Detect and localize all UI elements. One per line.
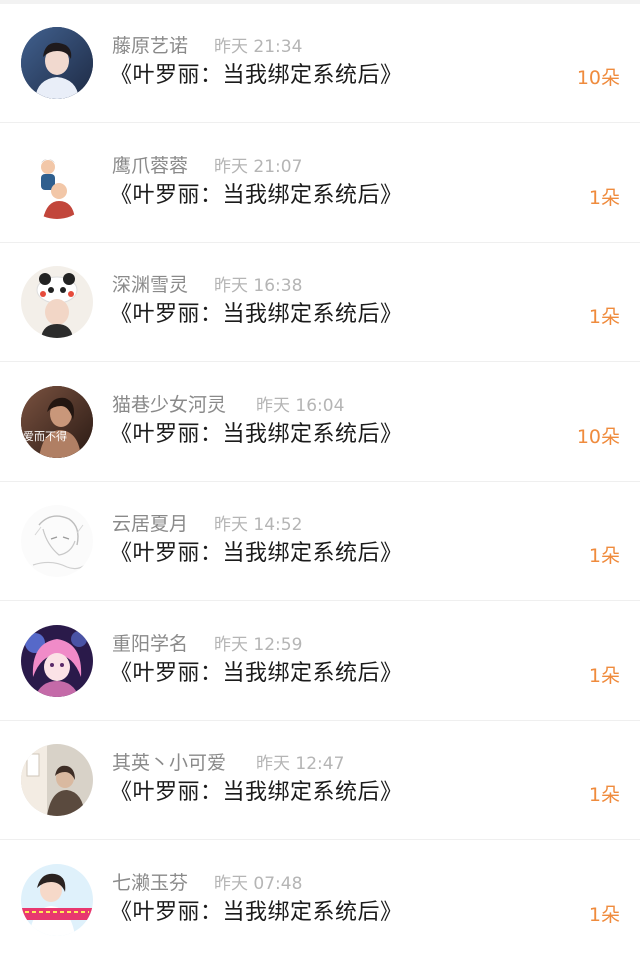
user-name[interactable]: 重阳学名: [112, 631, 188, 657]
timestamp: 昨天 21:07: [214, 157, 303, 177]
avatar-sketch-icon[interactable]: [21, 505, 93, 577]
timestamp: 昨天 21:34: [214, 37, 303, 57]
user-name[interactable]: 猫巷少女河灵: [112, 392, 226, 418]
avatar-boy-icon[interactable]: [21, 27, 93, 99]
avatar-couple-icon[interactable]: [21, 147, 93, 219]
flower-count: 10朵: [576, 426, 620, 448]
avatar-girl-dark-icon[interactable]: 爱而不得: [21, 386, 93, 458]
list-item[interactable]: 七濑玉芬 昨天 07:48 《叶罗丽：当我绑定系统后》 1朵: [0, 837, 640, 956]
avatar-room-icon[interactable]: [21, 744, 93, 816]
book-title[interactable]: 《叶罗丽：当我绑定系统后》: [110, 299, 403, 331]
timestamp: 昨天 14:52: [214, 515, 303, 535]
timestamp: 昨天 07:48: [214, 874, 303, 894]
list-item[interactable]: 鹰爪蓉蓉 昨天 21:07 《叶罗丽：当我绑定系统后》 1朵: [0, 120, 640, 239]
flower-count: 1朵: [588, 545, 620, 567]
flower-count: 1朵: [588, 904, 620, 926]
flower-count: 1朵: [588, 187, 620, 209]
user-name[interactable]: 其英丶小可爱: [112, 750, 226, 776]
timestamp: 昨天 16:38: [214, 276, 303, 296]
list-item[interactable]: 其英丶小可爱 昨天 12:47 《叶罗丽：当我绑定系统后》 1朵: [0, 717, 640, 836]
list-item[interactable]: 云居夏月 昨天 14:52 《叶罗丽：当我绑定系统后》 1朵: [0, 478, 640, 597]
book-title[interactable]: 《叶罗丽：当我绑定系统后》: [110, 60, 403, 92]
timestamp: 昨天 16:04: [256, 396, 345, 416]
avatar-panda-hat-icon[interactable]: [21, 266, 93, 338]
flower-count: 1朵: [588, 665, 620, 687]
user-name[interactable]: 云居夏月: [112, 511, 188, 537]
user-name[interactable]: 深渊雪灵: [112, 272, 188, 298]
user-name[interactable]: 藤原艺诺: [112, 33, 188, 59]
list-item[interactable]: 重阳学名 昨天 12:59 《叶罗丽：当我绑定系统后》 1朵: [0, 598, 640, 717]
book-title[interactable]: 《叶罗丽：当我绑定系统后》: [110, 658, 403, 690]
book-title[interactable]: 《叶罗丽：当我绑定系统后》: [110, 538, 403, 570]
user-name[interactable]: 鹰爪蓉蓉: [112, 153, 188, 179]
flower-count: 1朵: [588, 306, 620, 328]
avatar-banner-girl-icon[interactable]: [21, 864, 93, 936]
list-item[interactable]: 爱而不得 猫巷少女河灵 昨天 16:04 《叶罗丽：当我绑定系统后》 10朵: [0, 359, 640, 478]
user-name[interactable]: 七濑玉芬: [112, 870, 188, 896]
flower-count: 1朵: [588, 784, 620, 806]
book-title[interactable]: 《叶罗丽：当我绑定系统后》: [110, 419, 403, 451]
list-item[interactable]: 深渊雪灵 昨天 16:38 《叶罗丽：当我绑定系统后》 1朵: [0, 239, 640, 358]
timestamp: 昨天 12:59: [214, 635, 303, 655]
gift-list: 藤原艺诺 昨天 21:34 《叶罗丽：当我绑定系统后》 10朵 鹰爪蓉蓉 昨天 …: [0, 0, 640, 966]
avatar-caption: 爱而不得: [23, 430, 67, 443]
flower-count: 10朵: [576, 67, 620, 89]
book-title[interactable]: 《叶罗丽：当我绑定系统后》: [110, 777, 403, 809]
book-title[interactable]: 《叶罗丽：当我绑定系统后》: [110, 897, 403, 929]
avatar-anime-pink-icon[interactable]: [21, 625, 93, 697]
book-title[interactable]: 《叶罗丽：当我绑定系统后》: [110, 180, 403, 212]
list-item[interactable]: 藤原艺诺 昨天 21:34 《叶罗丽：当我绑定系统后》 10朵: [0, 0, 640, 119]
timestamp: 昨天 12:47: [256, 754, 345, 774]
